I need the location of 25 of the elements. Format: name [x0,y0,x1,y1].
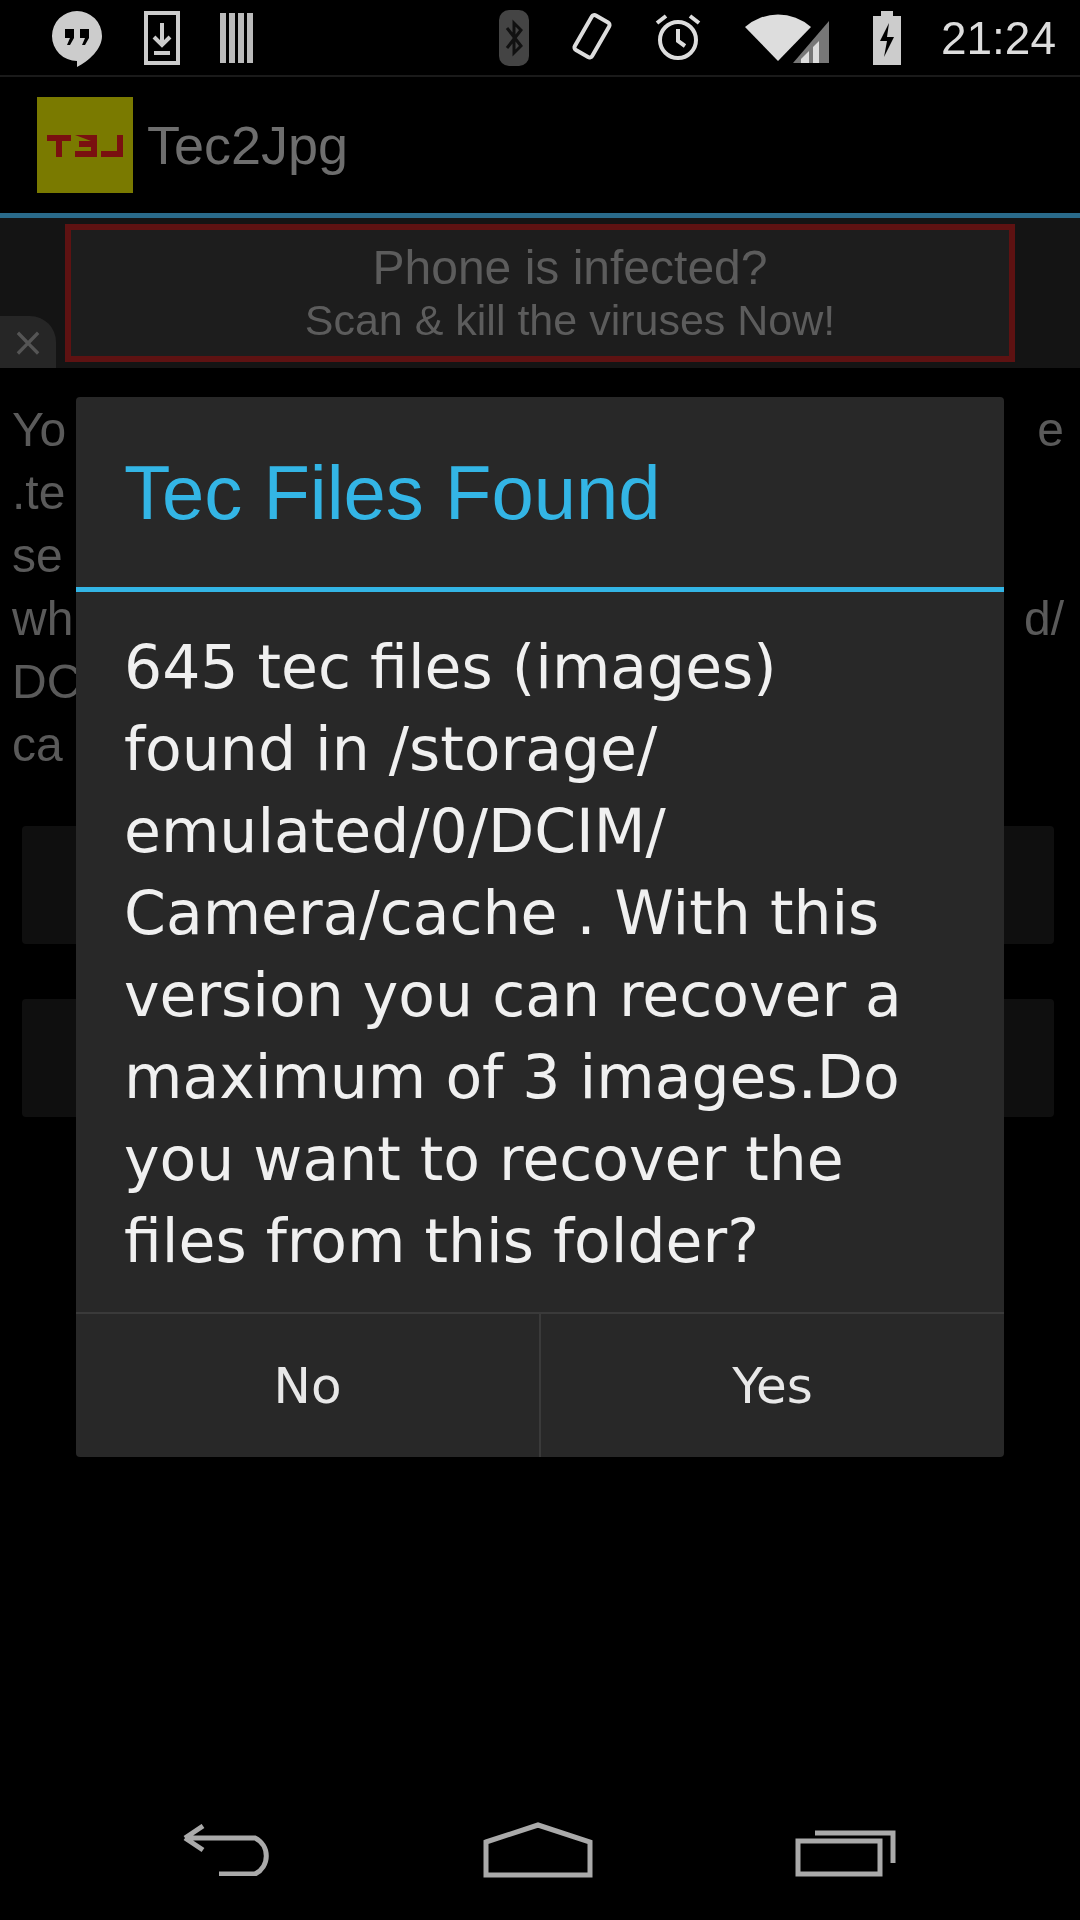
background-button[interactable] [22,826,76,944]
home-icon[interactable] [483,1822,593,1878]
background-text: ca [12,717,63,772]
battery-icon [872,10,901,65]
dialog-button[interactable]: Yes [539,1314,1004,1457]
dialog-message: 645 tec files (images) found in /storage/ emulated/0/DCIM/ Camera/cache . With this version you can recover a maximum of 3 images.Do you want to recover the files from this folder? [123,631,903,1278]
status-time: 21:24 [940,10,1056,65]
background-text: wh [12,591,74,646]
background-text: d/ [1023,591,1064,646]
barcode-icon [220,12,256,63]
app-title: Tec2Jpg [147,114,349,176]
app-logo-icon [37,97,133,193]
background-text: .te [12,465,66,520]
ad-headline: Phone is infected? [372,241,768,295]
background-text: Yo [12,402,67,457]
ad-subline: Scan & kill the viruses Now! [304,295,836,345]
background-text: e [1037,402,1064,457]
background-text: DC [12,654,82,709]
background-text: se [12,528,63,583]
download-icon [144,10,180,65]
dialog-title: Tec Files Found [76,397,1004,592]
background-button[interactable] [22,999,76,1117]
bluetooth-icon [498,9,529,66]
dialog-button[interactable]: No [76,1314,539,1457]
chat-icon [50,8,104,67]
